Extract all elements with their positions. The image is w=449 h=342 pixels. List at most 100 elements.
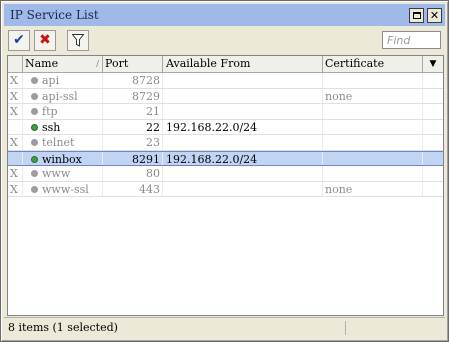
filter-icon [72, 33, 84, 47]
row-name-text: api [42, 74, 60, 87]
status-slot [345, 320, 445, 335]
row-flag: X [8, 135, 23, 150]
status-dot-icon [31, 92, 38, 100]
status-dot-icon [31, 139, 38, 146]
ip-service-list-window: IP Service List ✕ ✔ ✖ Name / Port Availa… [0, 0, 449, 342]
table-row[interactable]: Xapi 8728 [8, 73, 443, 89]
cross-icon: ✖ [39, 32, 51, 48]
row-flag [8, 151, 23, 165]
row-spacer [423, 89, 443, 104]
table-header: Name / Port Available From Certificate ▼ [8, 56, 443, 73]
row-port: 8728 [103, 73, 163, 88]
row-spacer [423, 104, 443, 119]
toolbar: ✔ ✖ [4, 27, 445, 53]
sort-indicator-icon: / [96, 59, 99, 68]
column-header-name[interactable]: Name / [23, 56, 103, 72]
row-name: ftp [23, 104, 103, 119]
row-spacer [423, 152, 443, 166]
row-port: 22 [103, 119, 163, 134]
filter-button[interactable] [67, 29, 89, 51]
row-available-from [163, 166, 323, 181]
row-flag: X [8, 181, 23, 196]
row-available-from: 192.168.22.0/24 [163, 119, 323, 134]
table-row[interactable]: Xtelnet 23 [8, 135, 443, 151]
column-header-flag[interactable] [8, 56, 23, 72]
row-port: 8291 [103, 151, 163, 165]
check-icon: ✔ [13, 32, 25, 48]
row-available-from: 192.168.22.0/24 [163, 151, 323, 165]
row-port: 21 [103, 104, 163, 119]
close-icon: ✕ [429, 8, 440, 22]
table-row[interactable]: Xapi-ssl 8729 none [8, 88, 443, 104]
row-spacer [423, 135, 443, 150]
row-flag [8, 119, 23, 134]
row-available-from [163, 88, 323, 103]
row-name: www [23, 166, 103, 181]
row-certificate [323, 166, 423, 181]
column-header-name-label: Name [25, 57, 59, 70]
row-name-text: ssh [42, 120, 61, 134]
table-body: Xapi 8728 Xapi-ssl 8729 none Xftp 21 ssh 22 192.1… [8, 73, 443, 197]
window-title: IP Service List [10, 8, 99, 22]
disable-button[interactable]: ✖ [34, 29, 56, 51]
row-certificate: none [323, 88, 423, 103]
row-name: api-ssl [23, 88, 103, 103]
row-certificate [323, 104, 423, 119]
row-available-from [163, 135, 323, 150]
service-table: Name / Port Available From Certificate ▼… [7, 55, 444, 316]
row-name: winbox [23, 151, 103, 166]
status-dot-icon [31, 77, 38, 84]
triangle-down-icon: ▼ [429, 59, 437, 69]
column-chooser-button[interactable]: ▼ [423, 56, 443, 72]
enable-button[interactable]: ✔ [8, 29, 30, 51]
row-spacer [423, 182, 443, 197]
title-bar[interactable]: IP Service List ✕ [4, 4, 445, 26]
table-row[interactable]: Xwww 80 [8, 166, 443, 182]
row-certificate [323, 119, 423, 134]
row-name-text: telnet [42, 136, 75, 149]
row-port: 443 [103, 181, 163, 196]
row-name-text: ftp [42, 105, 58, 118]
row-certificate: none [323, 181, 423, 196]
row-available-from [163, 104, 323, 119]
close-button[interactable]: ✕ [427, 7, 442, 23]
column-header-available-from[interactable]: Available From [163, 56, 323, 72]
row-flag: X [8, 104, 23, 119]
table-row[interactable]: ssh 22 192.168.22.0/24 [8, 119, 443, 135]
find-input[interactable] [382, 31, 441, 49]
row-spacer [423, 166, 443, 181]
row-port: 23 [103, 135, 163, 150]
row-available-from [163, 181, 323, 196]
status-dot-icon [31, 108, 38, 115]
table-row[interactable]: Xftp 21 [8, 104, 443, 120]
row-flag: X [8, 73, 23, 88]
row-name: api [23, 73, 103, 88]
status-dot-icon [31, 123, 38, 131]
row-certificate [323, 151, 423, 165]
restore-button[interactable] [409, 7, 424, 23]
row-certificate [323, 73, 423, 88]
row-flag: X [8, 166, 23, 181]
status-dot-icon [31, 155, 38, 163]
row-spacer [423, 73, 443, 88]
row-name: telnet [23, 135, 103, 150]
row-port: 8729 [103, 88, 163, 103]
row-name: ssh [23, 119, 103, 134]
table-row[interactable]: Xwww-ssl 443 none [8, 181, 443, 197]
status-bar: 8 items (1 selected) [4, 317, 445, 337]
restore-icon [412, 11, 421, 19]
row-name-text: winbox [42, 152, 82, 166]
row-flag: X [8, 88, 23, 103]
row-certificate [323, 135, 423, 150]
status-dot-icon [31, 185, 38, 193]
table-row[interactable]: winbox 8291 192.168.22.0/24 [8, 150, 443, 166]
row-name-text: www-ssl [42, 182, 89, 196]
status-text: 8 items (1 selected) [8, 321, 118, 334]
row-available-from [163, 73, 323, 88]
row-name-text: api-ssl [42, 89, 78, 103]
row-port: 80 [103, 166, 163, 181]
column-header-certificate[interactable]: Certificate [323, 56, 423, 72]
row-spacer [423, 120, 443, 135]
row-name: www-ssl [23, 181, 103, 196]
column-header-port[interactable]: Port [103, 56, 163, 72]
